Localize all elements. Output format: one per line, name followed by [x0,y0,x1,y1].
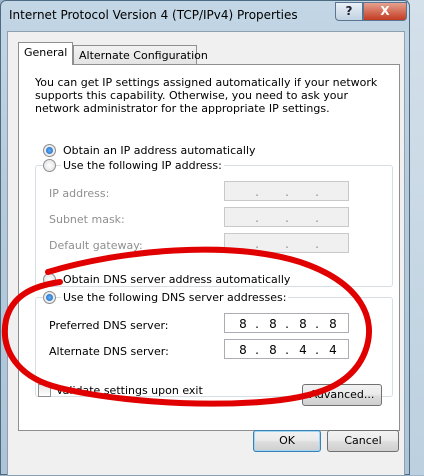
tab-general[interactable]: General [18,42,73,65]
default-gateway-dot: . [255,237,259,251]
background-window [408,0,424,475]
use-following-dns-radio[interactable] [43,291,56,304]
use-following-dns-label: Use the following DNS server addresses: [61,291,289,304]
default-gateway-dot: . [315,237,319,251]
default-gateway-field[interactable]: . . . [224,233,349,253]
preferred-dns-octet: 8 [269,317,277,331]
dialog-client: General Alternate Configuration You can … [7,31,405,476]
dialog-window: Internet Protocol Version 4 (TCP/IPv4) P… [0,0,410,476]
title-bar[interactable]: Internet Protocol Version 4 (TCP/IPv4) P… [1,1,409,29]
validate-settings-label: Validate settings upon exit [56,384,203,397]
preferred-dns-octet: 8 [299,317,307,331]
close-button[interactable]: X [363,2,407,21]
intro-text: You can get IP settings assigned automat… [35,76,378,115]
use-following-ip-radio[interactable] [43,159,56,172]
subnet-mask-dot: . [255,211,259,225]
preferred-dns-octet: 8 [329,317,337,331]
alternate-dns-octet: 4 [329,343,337,357]
ip-address-field[interactable]: . . . [224,181,349,201]
alternate-dns-dot: . [255,343,259,357]
use-following-ip-label: Use the following IP address: [61,159,224,172]
alternate-dns-octet: 4 [299,343,307,357]
alternate-dns-octet: 8 [269,343,277,357]
ip-address-dot: . [285,185,289,199]
obtain-dns-automatically-radio[interactable] [43,273,56,286]
subnet-mask-label: Subnet mask: [49,213,125,226]
alternate-dns-dot: . [315,343,319,357]
alternate-dns-dot: . [285,343,289,357]
default-gateway-dot: . [285,237,289,251]
window-title: Internet Protocol Version 4 (TCP/IPv4) P… [9,8,298,22]
validate-settings-checkbox[interactable] [38,384,51,397]
tab-alternate-configuration[interactable]: Alternate Configuration [73,45,208,65]
alternate-dns-field[interactable]: 8 . 8 . 4 . 4 [224,339,349,359]
preferred-dns-dot: . [315,317,319,331]
default-gateway-label: Default gateway: [49,239,143,252]
preferred-dns-dot: . [285,317,289,331]
obtain-ip-automatically-radio[interactable] [43,144,56,157]
preferred-dns-label: Preferred DNS server: [49,319,169,332]
help-button[interactable]: ? [335,2,363,21]
alternate-dns-octet: 8 [239,343,247,357]
alternate-dns-label: Alternate DNS server: [49,345,169,358]
preferred-dns-field[interactable]: 8 . 8 . 8 . 8 [224,313,349,333]
preferred-dns-dot: . [255,317,259,331]
ok-button[interactable]: OK [253,430,321,452]
subnet-mask-dot: . [285,211,289,225]
preferred-dns-octet: 8 [239,317,247,331]
obtain-dns-automatically-label: Obtain DNS server address automatically [61,273,293,286]
obtain-ip-automatically-label: Obtain an IP address automatically [61,144,258,157]
cancel-button[interactable]: Cancel [327,430,399,452]
general-panel: You can get IP settings assigned automat… [18,64,400,431]
advanced-button[interactable]: Advanced... [302,384,382,406]
ip-address-dot: . [315,185,319,199]
subnet-mask-field[interactable]: . . . [224,207,349,227]
ip-address-dot: . [255,185,259,199]
ip-address-label: IP address: [49,187,110,200]
subnet-mask-dot: . [315,211,319,225]
